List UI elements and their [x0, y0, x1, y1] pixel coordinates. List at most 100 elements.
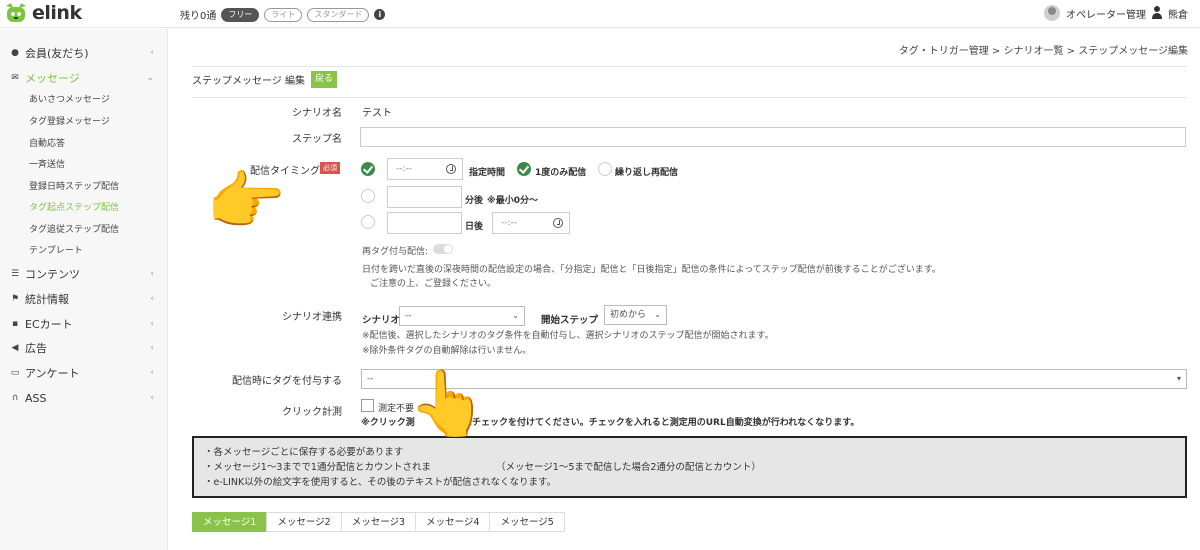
- logo-text: elink: [32, 2, 82, 24]
- select-value: --: [405, 311, 412, 321]
- chevron-down-icon: ⌄: [146, 73, 154, 83]
- megaphone-icon: ◀: [11, 343, 19, 353]
- remaining-count: 残り0通: [180, 11, 217, 22]
- sidebar-item-messages[interactable]: ✉ メッセージ ⌄: [0, 67, 168, 89]
- no-measure-checkbox[interactable]: [361, 399, 374, 412]
- clock-icon: [553, 218, 563, 228]
- cart-icon: ▪: [11, 319, 19, 329]
- headset-icon: ∩: [11, 393, 19, 403]
- minutes-after-label: 分後: [465, 196, 484, 206]
- link-scenario-select[interactable]: -- ⌄: [399, 306, 525, 326]
- sidebar-sub-tag-follow-step[interactable]: タグ追従ステップ配信: [29, 222, 119, 238]
- chevron-left-icon: ‹: [150, 319, 154, 329]
- tab-message-4[interactable]: メッセージ4: [415, 512, 490, 532]
- timing-option-days-radio[interactable]: [361, 215, 375, 229]
- click-note-rest: 合にチェックを付けてください。チェックを入れると測定用のURL自動変換が行われな…: [454, 418, 860, 428]
- plan-pill-free: フリー: [221, 7, 260, 22]
- plan-pill-light: ライト: [264, 7, 303, 22]
- flag-icon: ⚑: [10, 294, 20, 304]
- sidebar-item-label: 統計情報: [25, 293, 69, 306]
- notice-line-1: ・各メッセージごとに保存する必要があります: [204, 447, 404, 458]
- step-name-input[interactable]: [360, 127, 1186, 147]
- sidebar-item-ads[interactable]: ◀ 広告 ‹: [0, 337, 168, 359]
- user-name[interactable]: 熊倉: [1168, 6, 1188, 21]
- back-button[interactable]: 戻る: [310, 71, 337, 88]
- retag-label: 再タグ付与配信:: [362, 247, 429, 257]
- tab-message-5[interactable]: メッセージ5: [489, 512, 565, 532]
- chevron-down-icon: ▾: [1176, 374, 1181, 383]
- retag-toggle[interactable]: [433, 244, 453, 254]
- list-icon: ☰: [10, 269, 20, 279]
- sidebar-item-members[interactable]: ● 会員(友だち) ‹: [0, 42, 168, 64]
- notice-line-2-rest: （メッセージ1〜5まで配信した場合2通分の配信とカウント）: [495, 462, 761, 473]
- chevron-left-icon: ‹: [150, 294, 154, 304]
- chevron-down-icon: ⌄: [654, 310, 661, 319]
- avatar[interactable]: [1044, 5, 1060, 21]
- scenario-name-value: テスト: [362, 108, 392, 119]
- timing-option-minutes-radio[interactable]: [361, 189, 375, 203]
- time-placeholder: --:--: [396, 164, 413, 174]
- repeat-delivery-radio[interactable]: [598, 162, 612, 176]
- user-area: オペレーター管理 熊倉: [1044, 5, 1188, 21]
- chevron-left-icon: ‹: [150, 48, 154, 58]
- sidebar-sub-broadcast[interactable]: 一斉送信: [29, 157, 65, 173]
- once-delivery-label: 1度のみ配信: [535, 168, 587, 178]
- specified-time-label: 指定時間: [469, 168, 506, 178]
- plan-pill-standard: スタンダード: [307, 7, 370, 22]
- sidebar-sub-date-step[interactable]: 登録日時ステップ配信: [29, 179, 119, 195]
- minutes-min-note: ※最小0分〜: [487, 196, 539, 206]
- sidebar-item-label: ECカート: [25, 318, 73, 331]
- sidebar-item-stats[interactable]: ⚑ 統計情報 ‹: [0, 288, 168, 310]
- days-input[interactable]: [387, 212, 462, 234]
- once-delivery-radio[interactable]: [517, 162, 531, 176]
- panel-header: ステップメッセージ 編集 戻る: [192, 71, 337, 88]
- user-icon: ●: [11, 48, 19, 58]
- sidebar-sub-template[interactable]: テンプレート: [29, 243, 83, 259]
- chevron-left-icon: ‹: [150, 343, 154, 353]
- scenario-name-label: シナリオ名: [292, 108, 342, 119]
- time-input[interactable]: --:--: [387, 158, 463, 180]
- sidebar-item-contents[interactable]: ☰ コンテンツ ‹: [0, 263, 168, 285]
- timing-option-time-radio[interactable]: [361, 162, 375, 176]
- sidebar-item-survey[interactable]: ▭ アンケート ‹: [0, 362, 168, 384]
- start-step-label: 開始ステップ: [541, 315, 599, 326]
- click-measure-label: クリック計測: [282, 407, 342, 418]
- chevron-left-icon: ‹: [150, 368, 154, 378]
- start-step-select[interactable]: 初めから ⌄: [604, 305, 667, 325]
- info-icon[interactable]: i: [374, 9, 386, 20]
- sidebar-item-ec-cart[interactable]: ▪ ECカート ‹: [0, 313, 168, 335]
- clock-icon: [446, 164, 456, 174]
- select-value: --: [367, 374, 374, 384]
- sidebar-item-label: メッセージ: [25, 72, 80, 85]
- retag-note-2: ご注意の上、ご登録ください。: [370, 279, 497, 289]
- step-name-label: ステップ名: [292, 134, 342, 145]
- panel-title: ステップメッセージ 編集: [192, 76, 305, 87]
- tab-message-3[interactable]: メッセージ3: [340, 512, 416, 532]
- link-note-1: ※配信後、選択したシナリオのタグ条件を自動付与し、選択シナリオのステップ配信が開…: [362, 331, 774, 341]
- days-time-input[interactable]: --:--: [492, 212, 570, 234]
- sidebar-sub-tag-step[interactable]: タグ起点ステップ配信: [29, 200, 119, 216]
- minutes-input[interactable]: [387, 186, 462, 208]
- tab-message-2[interactable]: メッセージ2: [266, 512, 341, 532]
- notice-box: ・各メッセージごとに保存する必要があります ・メッセージ1〜3までで1通分配信と…: [192, 436, 1187, 498]
- operator-menu[interactable]: オペレーター管理: [1066, 6, 1146, 21]
- chevron-down-icon: ⌄: [512, 311, 519, 320]
- notice-line-2: ・メッセージ1〜3までで1通分配信とカウントされま （メッセージ1〜5まで配信し…: [204, 460, 1185, 475]
- link-note-2: ※除外条件タグの自動解除は行いません。: [362, 346, 532, 356]
- select-value: 初めから: [610, 310, 647, 320]
- time-placeholder: --:--: [501, 218, 518, 228]
- person-icon: [1152, 6, 1162, 20]
- tab-message-1[interactable]: メッセージ1: [192, 512, 267, 532]
- required-badge: 必須: [320, 162, 340, 174]
- sidebar-sub-greeting[interactable]: あいさつメッセージ: [29, 92, 110, 108]
- sidebar-item-ass[interactable]: ∩ ASS ‹: [0, 387, 168, 409]
- pointing-hand-up-icon: 👆: [408, 367, 488, 441]
- envelope-icon: ✉: [11, 73, 19, 83]
- sidebar-item-label: 広告: [25, 342, 47, 355]
- tag-on-delivery-label: 配信時にタグを付与する: [232, 376, 342, 387]
- sidebar-sub-tag-register[interactable]: タグ登録メッセージ: [29, 114, 110, 130]
- sidebar-item-label: 会員(友だち): [25, 47, 89, 60]
- logo[interactable]: elink: [4, 2, 82, 24]
- sidebar-sub-auto-reply[interactable]: 自動応答: [29, 136, 65, 152]
- retag-note-1: 日付を跨いだ直後の深夜時間の配信設定の場合、「分指定」配信と「日後指定」配信の条…: [362, 265, 941, 275]
